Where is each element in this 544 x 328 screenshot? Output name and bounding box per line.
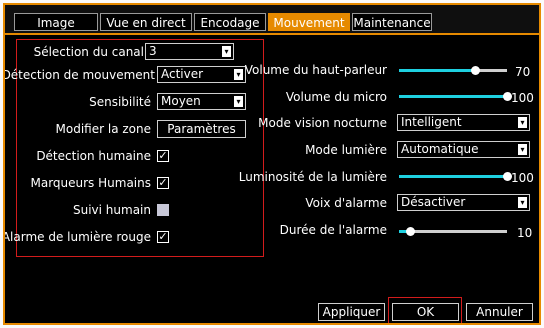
chevron-down-icon: ▾: [234, 96, 243, 107]
mic-volume-slider[interactable]: [399, 92, 512, 101]
night-vision-select[interactable]: Intelligent ▾: [397, 114, 530, 131]
zone-settings-button[interactable]: Paramètres: [157, 120, 246, 138]
speaker-volume-value: 70: [515, 65, 531, 79]
tab-maintenance[interactable]: Maintenance: [352, 13, 432, 31]
tab-image[interactable]: Image: [14, 13, 98, 31]
chevron-down-icon: ▾: [518, 197, 527, 208]
mic-volume-label: Volume du micro: [285, 90, 387, 104]
red-light-alarm-label: Alarme de lumière rouge: [3, 230, 151, 244]
tab-bar: Image Vue en direct Encodage Mouvement M…: [5, 5, 539, 33]
human-tracking-label: Suivi humain: [73, 203, 151, 217]
channel-select[interactable]: 3 ▾: [145, 43, 234, 60]
light-mode-select[interactable]: Automatique ▾: [397, 141, 530, 158]
sensitivity-label: Sensibilité: [89, 95, 151, 109]
human-markers-checkbox[interactable]: ✓: [157, 177, 169, 189]
mic-volume-fill: [399, 95, 507, 98]
alarm-duration-slider[interactable]: [399, 227, 507, 236]
alarm-duration-value: 10: [517, 226, 533, 240]
alarm-duration-knob[interactable]: [405, 227, 415, 236]
light-brightness-slider[interactable]: [399, 172, 512, 181]
red-light-alarm-checkbox[interactable]: ✓: [157, 231, 169, 243]
apply-button[interactable]: Appliquer: [318, 303, 385, 321]
ok-button[interactable]: OK: [392, 303, 459, 321]
alarm-voice-value: Désactiver: [401, 195, 466, 209]
light-mode-label: Mode lumière: [305, 143, 387, 157]
human-detection-label: Détection humaine: [36, 149, 151, 163]
tab-motion[interactable]: Mouvement: [268, 13, 350, 31]
speaker-volume-label: Volume du haut-parleur: [244, 63, 387, 77]
speaker-volume-knob[interactable]: [470, 66, 480, 75]
motion-detection-label: Détection de mouvement: [3, 68, 155, 82]
motion-detection-value: Activer: [161, 67, 204, 81]
channel-label: Sélection du canal: [33, 45, 144, 59]
chevron-down-icon: ▾: [518, 117, 527, 128]
cancel-button[interactable]: Annuler: [466, 303, 533, 321]
human-tracking-checkbox[interactable]: [157, 204, 169, 216]
alarm-voice-label: Voix d'alarme: [305, 196, 387, 210]
sensitivity-value: Moyen: [161, 94, 201, 108]
settings-window: Image Vue en direct Encodage Mouvement M…: [3, 3, 541, 325]
light-mode-value: Automatique: [401, 142, 479, 156]
light-brightness-value: 100: [511, 171, 534, 185]
speaker-volume-fill: [399, 69, 475, 72]
alarm-duration-label: Durée de l'alarme: [279, 223, 387, 237]
sensitivity-select[interactable]: Moyen ▾: [157, 93, 246, 110]
light-brightness-label: Luminosité de la lumière: [238, 170, 387, 184]
night-vision-value: Intelligent: [401, 115, 462, 129]
human-detection-checkbox[interactable]: ✓: [157, 150, 169, 162]
chevron-down-icon: ▾: [234, 69, 243, 80]
channel-value: 3: [149, 44, 157, 58]
alarm-voice-select[interactable]: Désactiver ▾: [397, 194, 530, 211]
light-brightness-fill: [399, 175, 507, 178]
chevron-down-icon: ▾: [518, 144, 527, 155]
chevron-down-icon: ▾: [222, 46, 231, 57]
tab-divider: [5, 33, 539, 35]
mic-volume-value: 100: [511, 91, 534, 105]
tab-live-view[interactable]: Vue en direct: [100, 13, 192, 31]
night-vision-label: Mode vision nocturne: [258, 116, 387, 130]
speaker-volume-slider[interactable]: [399, 66, 507, 75]
tab-encoding[interactable]: Encodage: [194, 13, 266, 31]
edit-zone-label: Modifier la zone: [55, 122, 151, 136]
human-markers-label: Marqueurs Humains: [30, 176, 151, 190]
motion-detection-select[interactable]: Activer ▾: [157, 66, 246, 83]
